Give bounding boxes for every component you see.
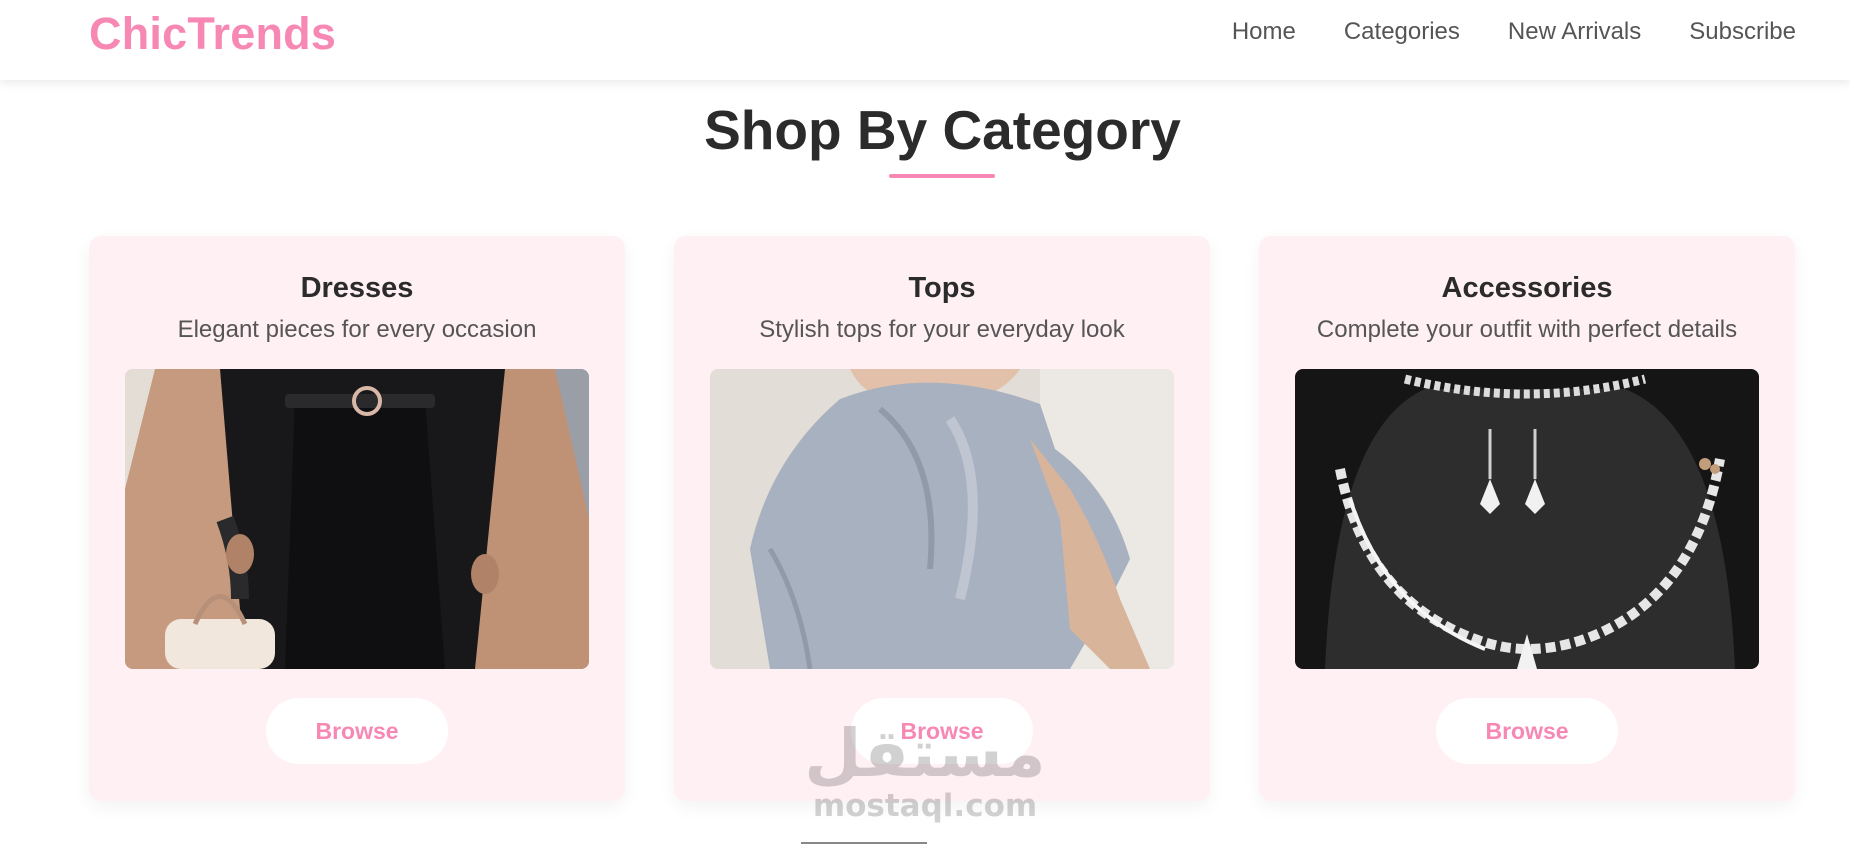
brand-logo[interactable]: ChicTrends (89, 8, 336, 60)
browse-button-accessories[interactable]: Browse (1436, 698, 1618, 764)
card-title: Accessories (1441, 272, 1613, 304)
nav-link-new-arrivals[interactable]: New Arrivals (1508, 18, 1641, 46)
card-description: Complete your outfit with perfect detail… (1316, 316, 1738, 343)
category-card-dresses: Dresses Elegant pieces for every occasio… (89, 236, 625, 801)
browse-button-tops[interactable]: Browse (851, 698, 1033, 764)
category-card-tops: Tops Stylish tops for your everyday look… (674, 236, 1210, 801)
card-title: Dresses (300, 272, 414, 304)
browse-button-dresses[interactable]: Browse (266, 698, 448, 764)
card-description: Elegant pieces for every occasion (177, 316, 537, 343)
card-title: Tops (908, 272, 976, 304)
nav-link-home[interactable]: Home (1232, 18, 1296, 46)
category-card-accessories: Accessories Complete your outfit with pe… (1259, 236, 1795, 801)
dresses-image (125, 369, 589, 669)
title-underline (889, 174, 995, 178)
card-description: Stylish tops for your everyday look (759, 316, 1125, 343)
accessories-image (1295, 369, 1759, 669)
nav-link-categories[interactable]: Categories (1344, 18, 1460, 46)
section-title: Shop By Category (704, 99, 1181, 161)
top-navbar: ChicTrends Home Categories New Arrivals … (0, 0, 1850, 80)
main-nav: Home Categories New Arrivals Subscribe (1232, 18, 1796, 46)
nav-link-subscribe[interactable]: Subscribe (1689, 18, 1796, 46)
tops-image (710, 369, 1174, 669)
